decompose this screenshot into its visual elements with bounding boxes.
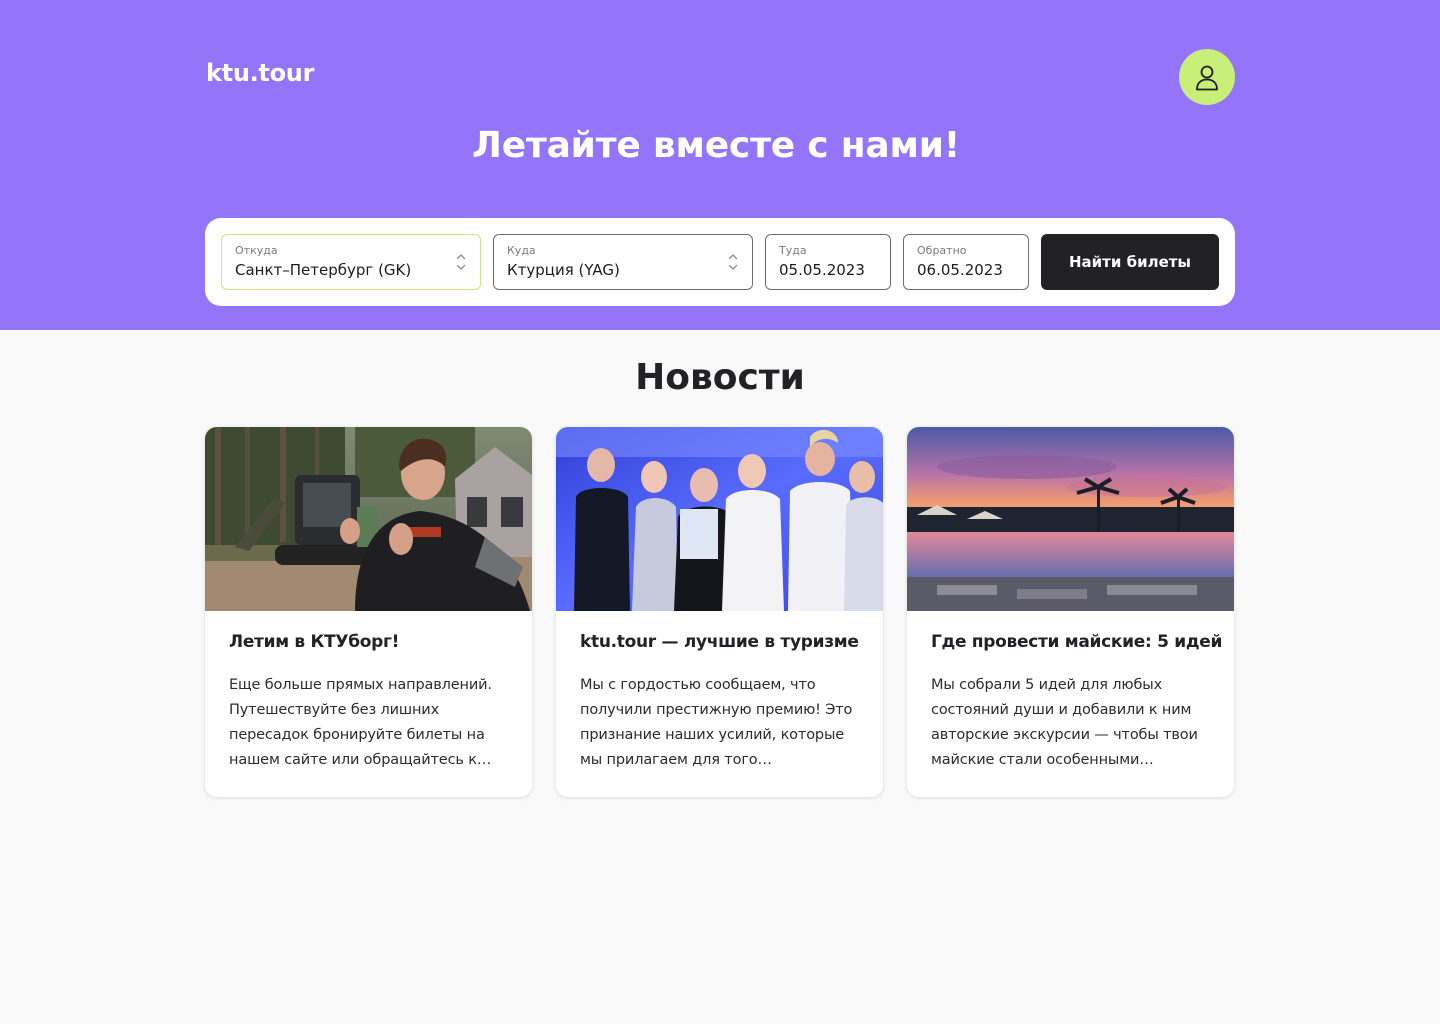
to-select[interactable]: Куда Ктурция (YAG) [493,234,753,290]
find-tickets-button[interactable]: Найти билеты [1041,234,1219,290]
departure-label: Туда [779,244,807,257]
from-value: Санкт–Петербург (GK) [235,261,412,279]
chevron-updown-icon [456,254,466,270]
news-image-resort [907,427,1234,611]
departure-date-field[interactable]: Туда 05.05.2023 [765,234,891,290]
news-card[interactable]: Летим в КТУборг! Еще больше прямых напра… [205,427,532,797]
news-image-forest [205,427,532,611]
return-date-field[interactable]: Обратно 06.05.2023 [903,234,1029,290]
from-select[interactable]: Откуда Санкт–Петербург (GK) [221,234,481,290]
news-card-text: Еще больше прямых направлений. Путешеств… [229,677,492,768]
hero-header: ktu.tour Летайте вместе с нами! Откуда С… [0,0,1440,330]
news-card-title: Где провести майские: 5 идей [931,632,1223,652]
chevron-updown-icon [728,254,738,270]
to-value: Ктурция (YAG) [507,261,620,279]
news-card[interactable]: Где провести майские: 5 идей Мы собрали … [907,427,1234,797]
news-card[interactable]: ktu.tour — лучшие в туризме Мы с гордост… [556,427,883,797]
departure-value: 05.05.2023 [779,261,865,279]
news-card-text: Мы собрали 5 идей для любых состояний ду… [931,677,1198,768]
flight-search-form: Откуда Санкт–Петербург (GK) Куда Ктурция… [205,218,1235,306]
news-card-text: Мы с гордостью сообщаем, что получили пр… [580,677,853,768]
return-label: Обратно [917,244,967,257]
to-label: Куда [507,244,536,257]
return-value: 06.05.2023 [917,261,1003,279]
user-icon [1196,65,1218,91]
news-image-award [556,427,883,611]
news-section-title: Новости [635,357,805,398]
from-label: Откуда [235,244,278,257]
news-card-title: ktu.tour — лучшие в туризме [580,632,859,652]
profile-button[interactable] [1179,49,1235,105]
news-card-title: Летим в КТУборг! [229,632,400,652]
hero-title: Летайте вместе с нами! [472,125,960,166]
logo[interactable]: ktu.tour [206,58,314,88]
